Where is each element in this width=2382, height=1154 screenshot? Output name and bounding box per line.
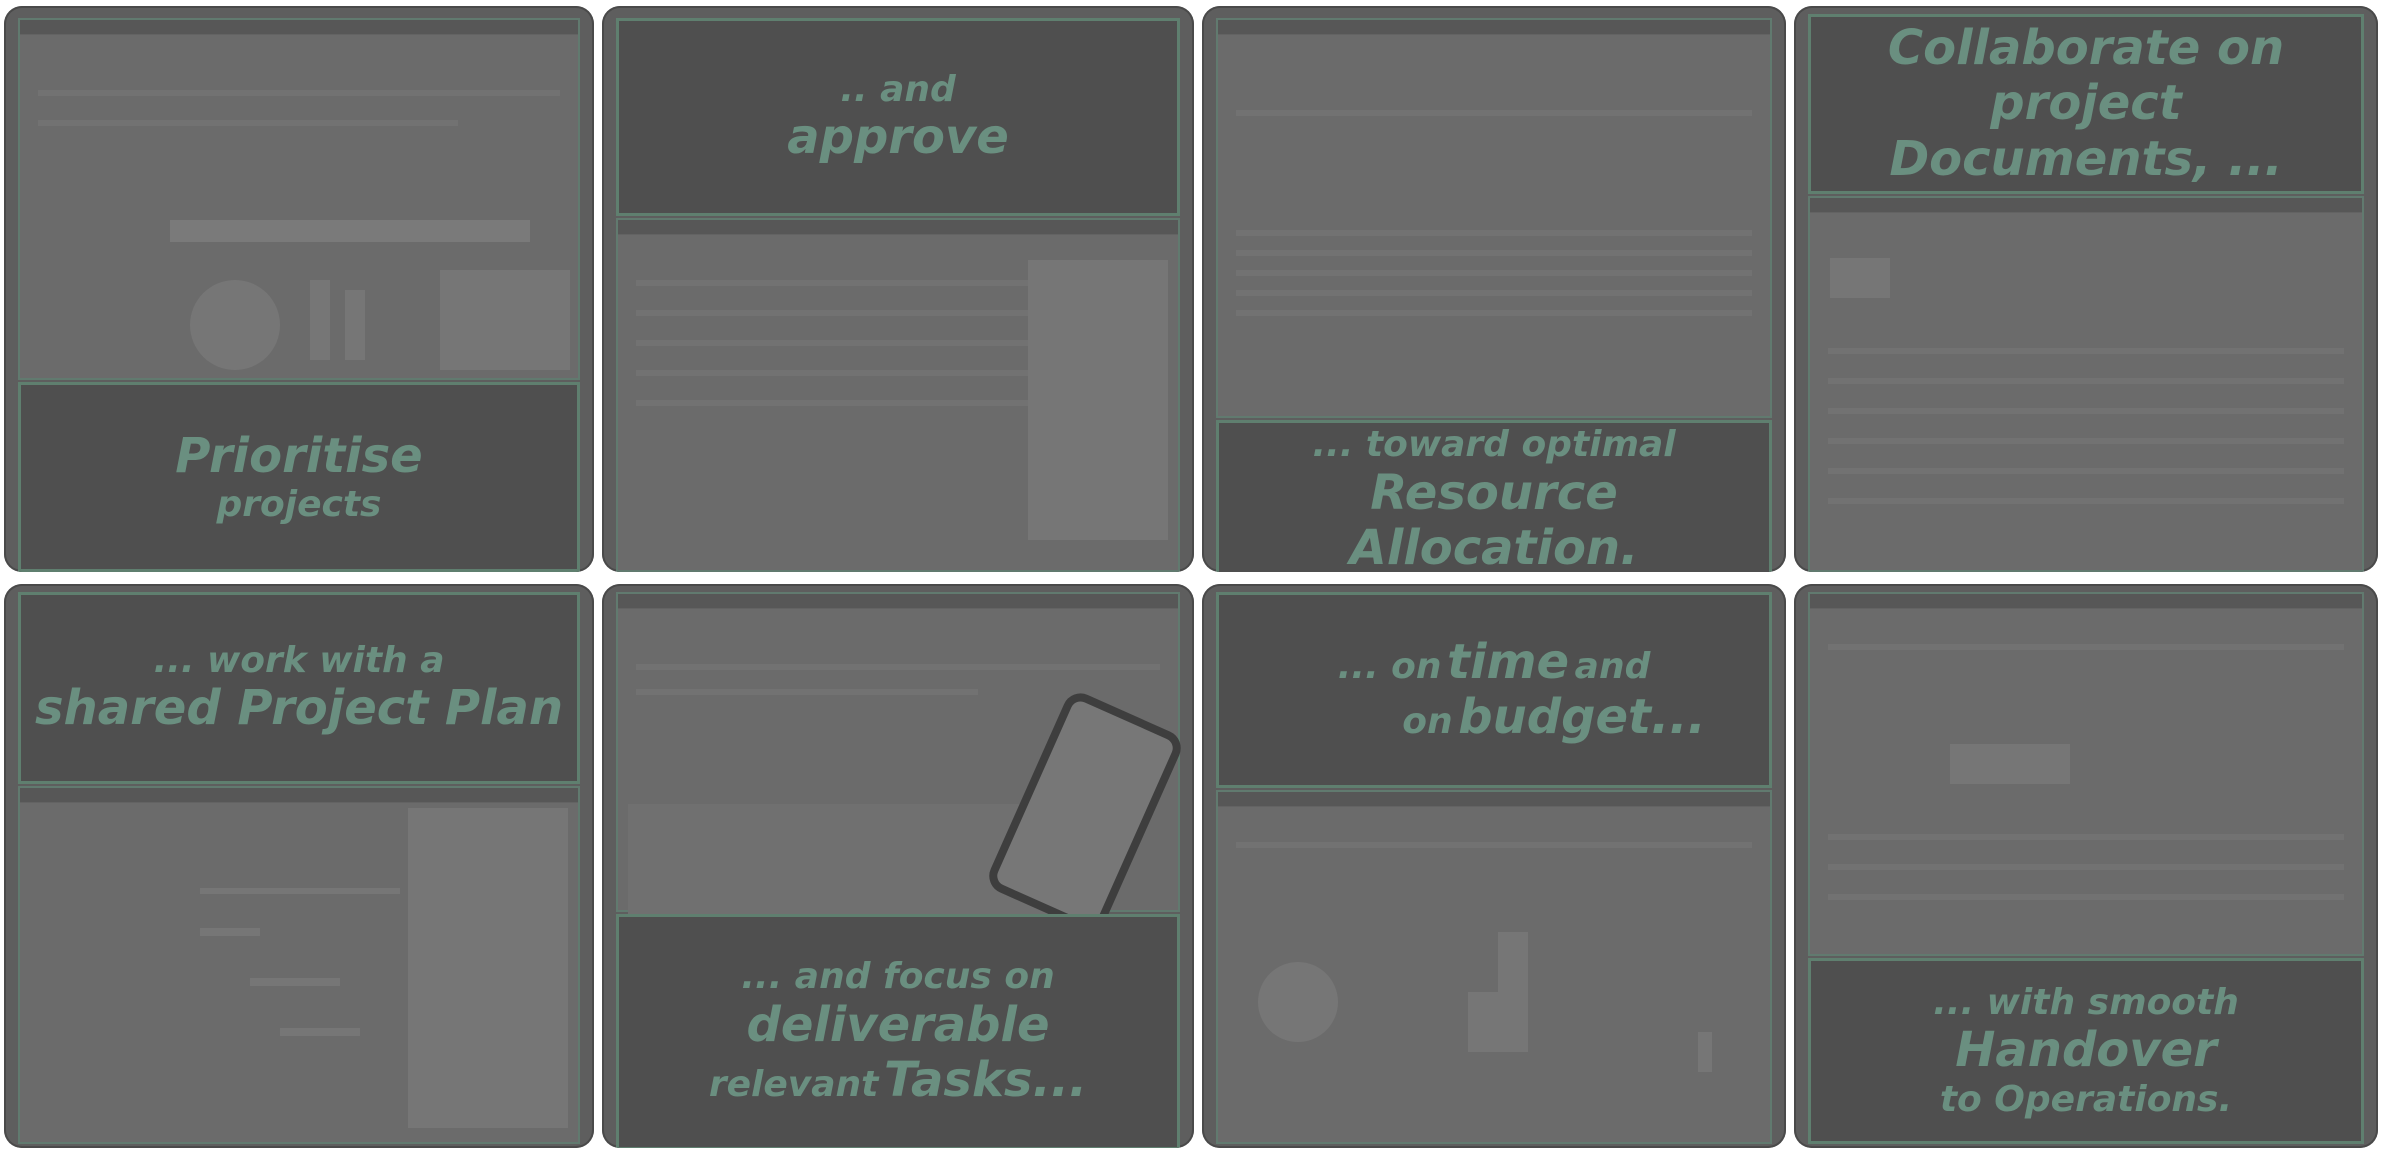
caption-line-2: shared Project Plan (34, 680, 564, 737)
caption-prioritise: Prioritise projects (18, 382, 580, 572)
caption-line-1b: deliverable (746, 996, 1050, 1053)
caption-line-1b: time (1447, 633, 1570, 690)
caption-tasks: ... and focus on deliverable relevant Ta… (616, 914, 1180, 1148)
caption-collaborate: Collaborate on project Documents, ... (1808, 14, 2364, 194)
caption-line-1a: ... and focus on (741, 956, 1055, 998)
caption-line-1: Collaborate on project (1887, 20, 2285, 132)
screenshot-resource-planning (1216, 18, 1772, 418)
caption-line-1: .. and (840, 68, 956, 110)
caption-line-1a: ... with smooth (1933, 982, 2239, 1024)
caption-resource-allocation: ... toward optimal Resource Allocation. (1216, 420, 1772, 572)
tile-collaborate: Collaborate on project Documents, ... (1794, 6, 2378, 572)
screenshot-project-plan (18, 786, 580, 1144)
caption-time-budget: ... on time and on budget... (1216, 592, 1772, 788)
caption-line-2b: Tasks... (883, 1051, 1088, 1108)
caption-shared-plan: ... work with a shared Project Plan (18, 592, 580, 784)
tile-handover: ... with smooth Handover to Operations. (1794, 584, 2378, 1148)
caption-line-1: ... work with a (153, 639, 445, 681)
caption-line-1b: Handover (1955, 1022, 2217, 1079)
screenshot-project-portfolio (18, 18, 580, 380)
caption-line-2: to Operations. (1939, 1078, 2233, 1120)
caption-line-2: projects (216, 483, 382, 525)
tile-approve: .. and approve (602, 6, 1194, 572)
screenshot-handover (1808, 592, 2364, 956)
tile-tasks: ... and focus on deliverable relevant Ta… (602, 584, 1194, 1148)
caption-handover: ... with smooth Handover to Operations. (1808, 958, 2364, 1144)
caption-line-2: approve (787, 109, 1009, 166)
tile-time-budget: ... on time and on budget... (1202, 584, 1786, 1148)
tile-shared-plan: ... work with a shared Project Plan (4, 584, 594, 1148)
screenshot-documents (1808, 196, 2364, 572)
caption-line-2a: on (1402, 701, 1453, 742)
collage-grid: Prioritise projects .. and approve ... t… (0, 0, 2382, 1154)
caption-line-1: Prioritise (175, 427, 423, 484)
tile-resource-allocation: ... toward optimal Resource Allocation. (1202, 6, 1786, 572)
screenshot-approval-list (616, 218, 1180, 572)
caption-line-1c: and (1574, 645, 1651, 687)
caption-line-2: Resource Allocation. (1349, 464, 1639, 572)
caption-line-2b: budget... (1458, 689, 1706, 745)
caption-line-1: ... toward optimal (1312, 424, 1676, 466)
caption-line-2: Documents, ... (1889, 130, 2283, 187)
caption-line-2a: relevant (708, 1063, 879, 1105)
tile-prioritise: Prioritise projects (4, 6, 594, 572)
caption-line-1a: ... on (1337, 645, 1442, 687)
screenshot-budget-overview (1216, 790, 1772, 1144)
caption-approve: .. and approve (616, 18, 1180, 216)
